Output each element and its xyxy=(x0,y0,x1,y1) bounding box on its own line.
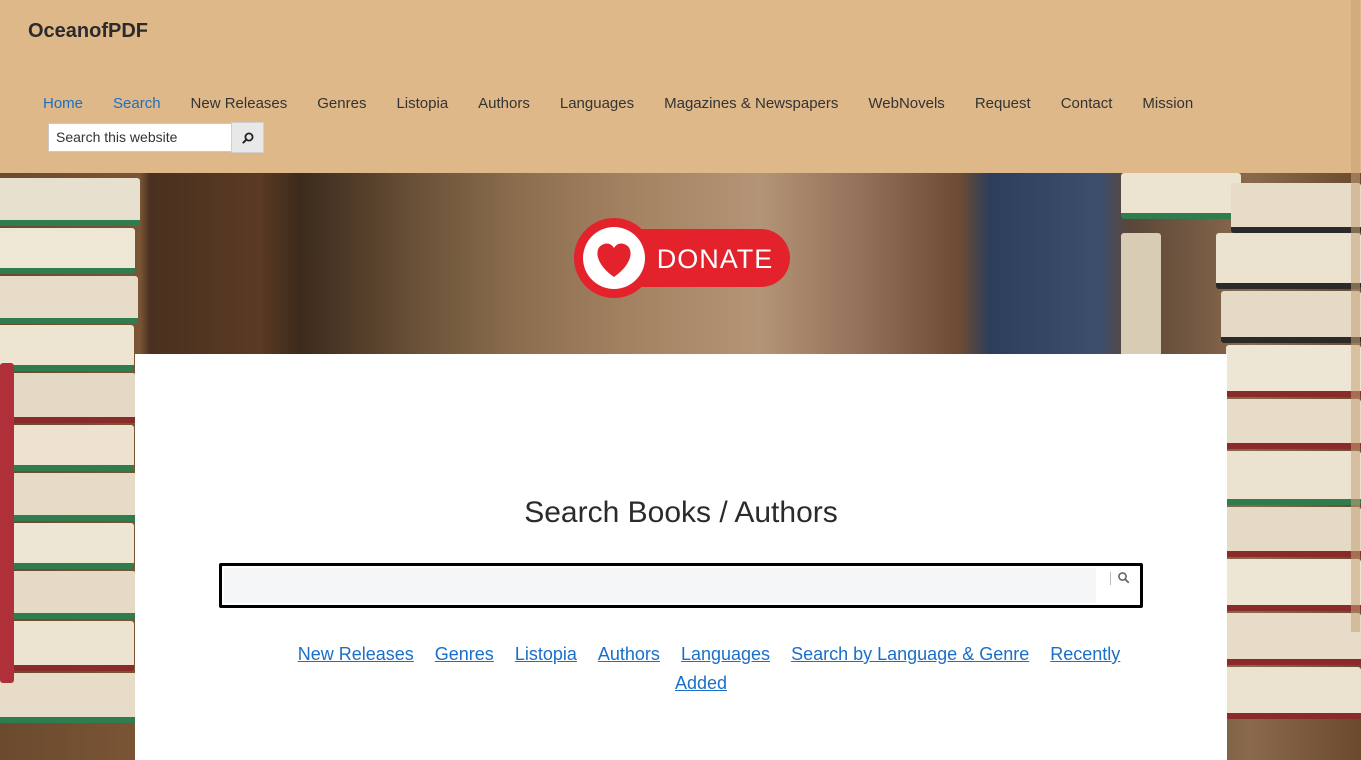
search-icon xyxy=(241,132,253,144)
book-search-input[interactable] xyxy=(224,568,1096,603)
page-scrollbar[interactable] xyxy=(1351,0,1360,632)
nav-item-new-releases[interactable]: New Releases xyxy=(176,94,303,114)
quick-links: New Releases Genres Listopia Authors Lan… xyxy=(285,640,1125,698)
donate-button[interactable]: DONATE xyxy=(572,217,792,301)
search-icon[interactable] xyxy=(1116,570,1132,586)
site-header: OceanofPDF Home Search New Releases Genr… xyxy=(0,0,1361,173)
nav-item-listopia[interactable]: Listopia xyxy=(381,94,463,114)
nav-item-request[interactable]: Request xyxy=(960,94,1046,114)
main-nav: Home Search New Releases Genres Listopia… xyxy=(28,94,1208,114)
header-search-input[interactable]: Search this website xyxy=(48,123,231,152)
link-search-by-language-genre[interactable]: Search by Language & Genre xyxy=(791,644,1029,664)
link-new-releases[interactable]: New Releases xyxy=(298,644,414,664)
site-title[interactable]: OceanofPDF xyxy=(28,20,148,43)
nav-item-contact[interactable]: Contact xyxy=(1046,94,1128,114)
header-search-form: Search this website xyxy=(48,122,264,153)
nav-item-magazines-newspapers[interactable]: Magazines & Newspapers xyxy=(649,94,853,114)
nav-item-search[interactable]: Search xyxy=(98,94,176,114)
link-languages[interactable]: Languages xyxy=(681,644,770,664)
search-divider xyxy=(1110,572,1111,585)
nav-item-home[interactable]: Home xyxy=(28,94,98,114)
nav-item-genres[interactable]: Genres xyxy=(302,94,381,114)
header-search-button[interactable] xyxy=(231,122,264,153)
search-card: Search Books / Authors New Releases Genr… xyxy=(135,354,1227,760)
nav-item-languages[interactable]: Languages xyxy=(545,94,649,114)
book-search-form xyxy=(219,563,1143,608)
donate-label: DONATE xyxy=(657,244,774,274)
link-genres[interactable]: Genres xyxy=(435,644,494,664)
page-title: Search Books / Authors xyxy=(524,496,838,529)
nav-item-mission[interactable]: Mission xyxy=(1127,94,1208,114)
link-listopia[interactable]: Listopia xyxy=(515,644,577,664)
nav-item-authors[interactable]: Authors xyxy=(463,94,545,114)
book-stack-left xyxy=(0,173,150,760)
link-authors[interactable]: Authors xyxy=(598,644,660,664)
nav-item-webnovels[interactable]: WebNovels xyxy=(853,94,959,114)
